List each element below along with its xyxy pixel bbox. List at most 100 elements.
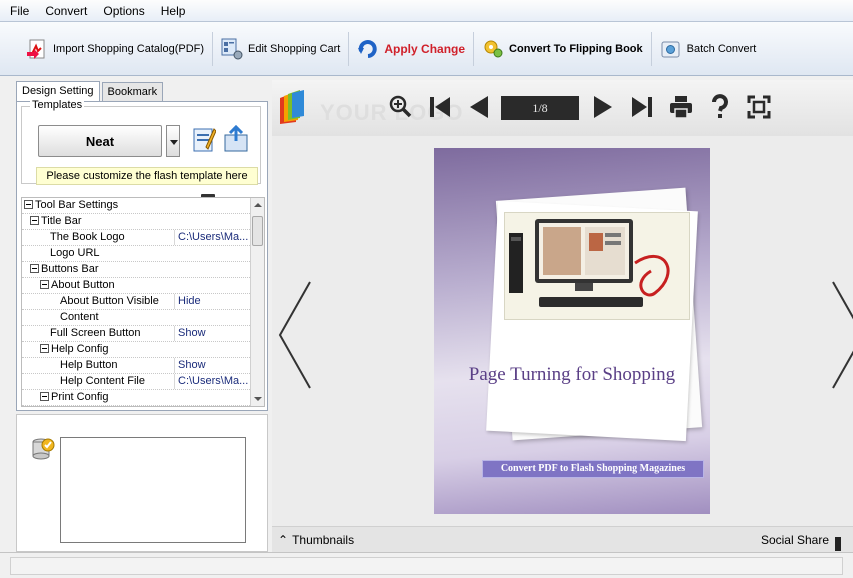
template-dropdown-arrow[interactable] (166, 125, 180, 157)
edit-cart-label: Edit Shopping Cart (248, 42, 341, 55)
print-icon[interactable] (668, 94, 694, 120)
scroll-up-icon[interactable] (254, 203, 262, 207)
thumbnails-button[interactable]: ⌃ Thumbnails (278, 533, 354, 547)
apply-change-label: Apply Change (384, 41, 466, 56)
menu-file[interactable]: File (10, 4, 29, 18)
collapse-box-icon[interactable] (40, 392, 49, 401)
templates-group: Templates Neat Please customize the flas… (21, 99, 261, 212)
collapse-box-icon[interactable] (40, 280, 49, 289)
edit-cart-button[interactable]: Edit Shopping Cart (213, 31, 350, 66)
book-page[interactable]: Page Turning for Shopping Convert PDF to… (434, 148, 710, 514)
tree-row-text: About Button Visible (60, 295, 159, 307)
tree-row-label: Title Bar (30, 214, 82, 229)
tree-row-label: About Button Visible (60, 294, 159, 309)
tree-row[interactable]: The Book Logo C:\Users\Ma... (22, 230, 252, 246)
tree-row[interactable]: Help Config (22, 342, 252, 358)
tree-row[interactable]: Tool Bar Settings (22, 198, 252, 214)
logo-book-icon (280, 90, 304, 124)
book-banner: Convert PDF to Flash Shopping Magazines (482, 460, 704, 478)
batch-convert-label: Batch Convert (686, 42, 757, 55)
tree-row-label: Help Config (40, 342, 108, 357)
templates-legend: Templates (30, 99, 85, 111)
tree-row[interactable]: Logo URL (22, 246, 252, 262)
tree-row[interactable]: Full Screen Button Show (22, 326, 252, 342)
flipbook-viewer: YOUR LOGO 1/8 Page Turning for Shopping … (272, 80, 853, 552)
book-title: Page Turning for Shopping (468, 364, 676, 385)
share-icon (835, 537, 841, 551)
previous-page-arrow-icon[interactable] (274, 280, 314, 390)
tree-row-label: Print Config (40, 390, 108, 405)
collapse-box-icon[interactable] (40, 344, 49, 353)
toolbar: Import Shopping Catalog(PDF) Edit Shoppi… (0, 22, 853, 76)
tree-row-text: Full Screen Button (50, 327, 141, 339)
design-setting-panel: Templates Neat Please customize the flas… (16, 99, 268, 411)
cover-illustration (504, 212, 690, 320)
tree-scrollbar[interactable] (250, 198, 264, 406)
tree-row[interactable]: Title Bar (22, 214, 252, 230)
tree-row[interactable]: Content (22, 310, 252, 326)
tree-row-label: The Book Logo (50, 230, 125, 245)
template-hint: Please customize the flash template here (36, 167, 258, 185)
convert-flipbook-label: Convert To Flipping Book (509, 42, 643, 55)
tree-row[interactable]: About Button Visible Hide (22, 294, 252, 310)
tree-row-text: Content (60, 311, 99, 323)
menu-help[interactable]: Help (161, 4, 186, 18)
help-icon[interactable] (707, 94, 733, 120)
tree-row-value[interactable]: Show (174, 326, 252, 341)
convert-flipbook-button[interactable]: Convert To Flipping Book (474, 31, 652, 66)
tree-row[interactable]: Help Button Show (22, 358, 252, 374)
menu-convert[interactable]: Convert (45, 4, 87, 18)
tree-row[interactable]: Print Config (22, 390, 252, 406)
collapse-box-icon[interactable] (24, 200, 33, 209)
tree-row-value[interactable]: Show (174, 358, 252, 373)
tree-row-text: Tool Bar Settings (35, 199, 119, 211)
next-page-arrow-icon[interactable] (829, 280, 853, 390)
tree-row[interactable]: Help Content File C:\Users\Ma... (22, 374, 252, 390)
settings-tree[interactable]: Tool Bar Settings Title Bar The Book Logo C… (21, 197, 265, 407)
tree-row[interactable]: Buttons Bar (22, 262, 252, 278)
tree-row-value[interactable]: Hide (174, 294, 252, 309)
edit-template-icon[interactable] (192, 125, 216, 153)
refresh-icon (358, 39, 378, 58)
scroll-thumb[interactable] (252, 216, 263, 246)
tree-row-text: Help Content File (60, 375, 145, 387)
zoom-in-icon[interactable] (388, 94, 414, 120)
computer-illustration-icon (509, 219, 670, 307)
batch-convert-icon (661, 41, 680, 57)
page-indicator[interactable]: 1/8 (501, 96, 579, 120)
menu-bar: File Convert Options Help (0, 0, 853, 22)
collapse-box-icon[interactable] (30, 216, 39, 225)
thumbnails-label: Thumbnails (292, 533, 355, 547)
viewer-bottom-bar: ⌃ Thumbnails Social Share (272, 526, 853, 552)
tree-row-value[interactable]: C:\Users\Ma... (174, 374, 252, 389)
import-pdf-button[interactable]: Import Shopping Catalog(PDF) (18, 31, 214, 66)
tree-row-value[interactable]: C:\Users\Ma... (174, 230, 252, 245)
convert-gear-icon (484, 40, 503, 57)
tree-row-text: Logo URL (50, 247, 100, 259)
tree-row-label: Help Button (60, 358, 117, 373)
first-page-icon[interactable] (427, 94, 453, 120)
collapse-box-icon[interactable] (30, 264, 39, 273)
fullscreen-icon[interactable] (746, 94, 772, 120)
menu-options[interactable]: Options (103, 4, 144, 18)
template-name: Neat (85, 133, 115, 149)
tree-row-text: Buttons Bar (41, 263, 99, 275)
double-chevron-up-icon: ⌃ (278, 533, 289, 547)
batch-convert-button[interactable]: Batch Convert (652, 32, 765, 66)
save-template-icon[interactable] (222, 125, 250, 153)
apply-change-button[interactable]: Apply Change (349, 31, 475, 66)
last-page-icon[interactable] (629, 94, 655, 120)
tree-row-label: Full Screen Button (50, 326, 141, 341)
tree-row-text: Title Bar (41, 215, 82, 227)
social-share-button[interactable]: Social Share (761, 533, 841, 551)
next-page-icon[interactable] (590, 94, 616, 120)
scroll-down-icon[interactable] (254, 397, 262, 401)
previous-page-icon[interactable] (466, 94, 492, 120)
tree-row-label: Content (60, 310, 99, 325)
template-preview-box (60, 437, 246, 543)
tree-row-text: Print Config (51, 391, 109, 403)
tree-row[interactable]: About Button (22, 278, 252, 294)
tab-bookmark[interactable]: Bookmark (101, 82, 164, 102)
tree-row-text: Help Config (51, 343, 109, 355)
template-select-button[interactable]: Neat (38, 125, 215, 212)
